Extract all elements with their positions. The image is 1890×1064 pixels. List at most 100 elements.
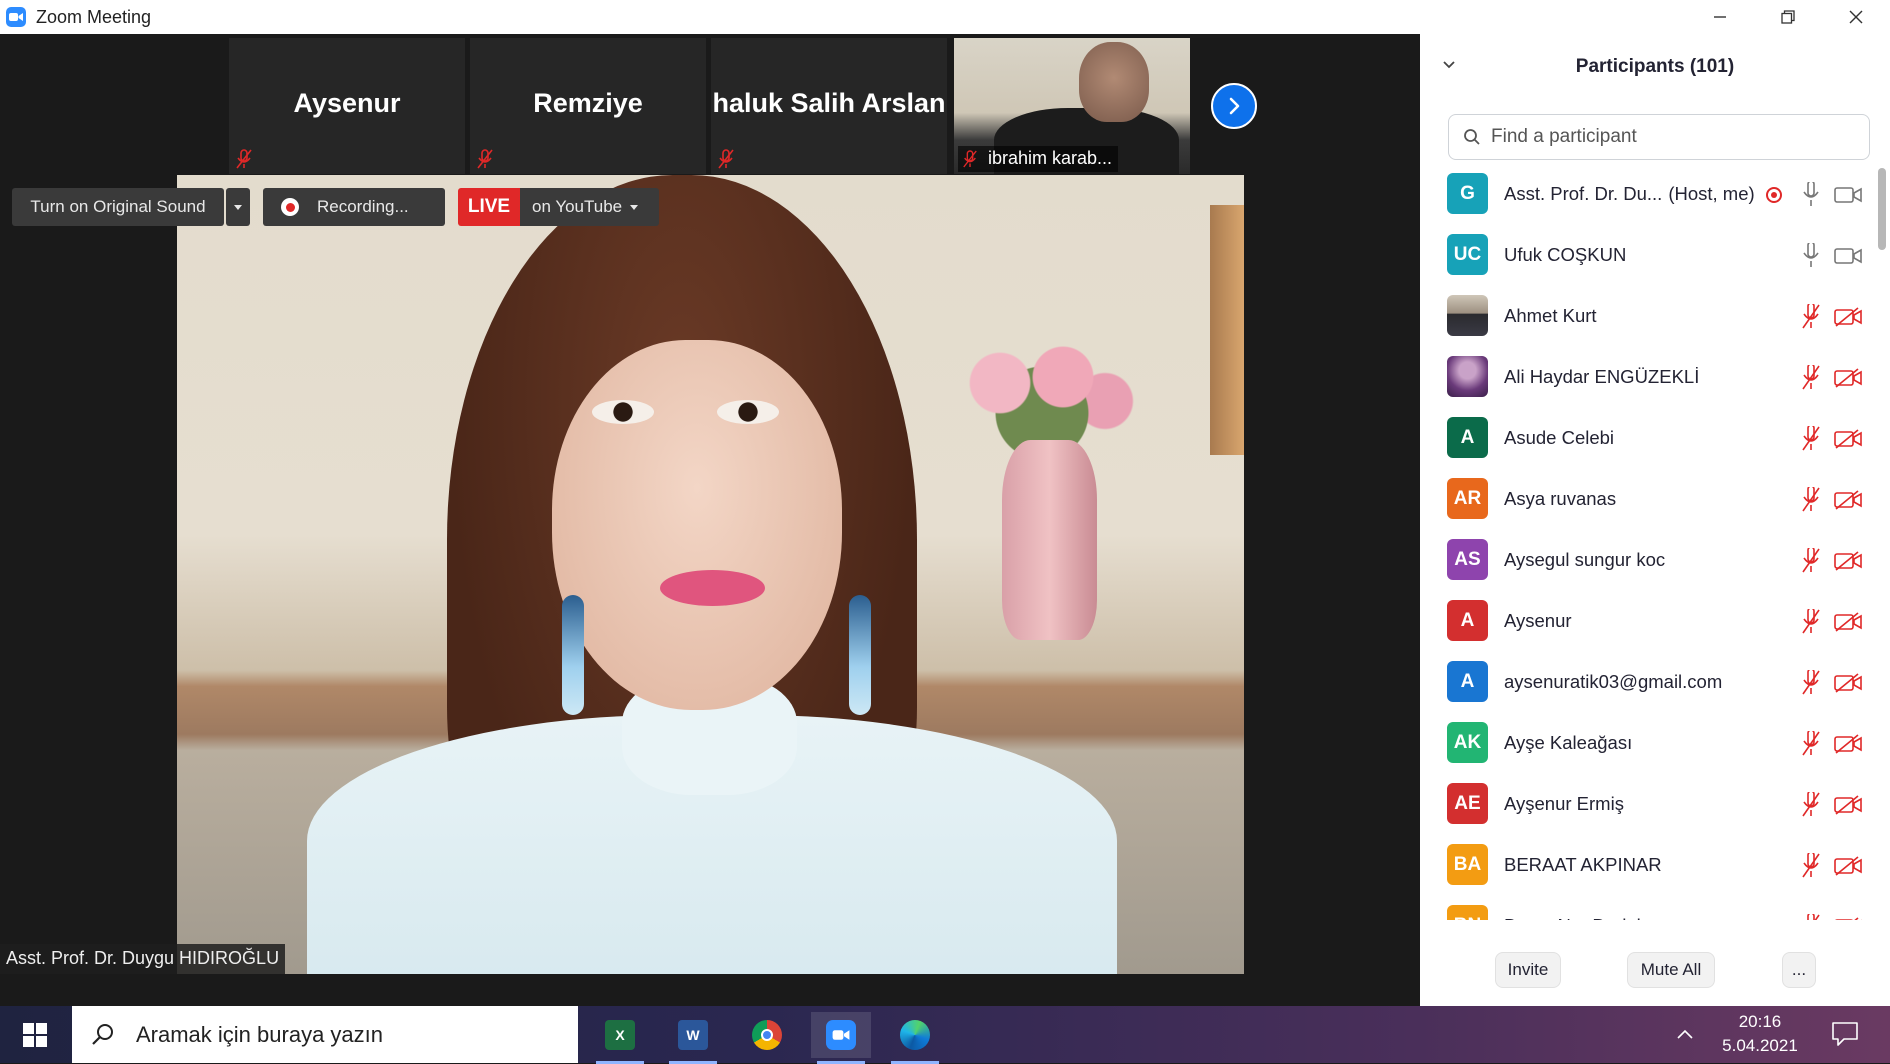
video-camera-off-icon[interactable] <box>1834 490 1862 510</box>
recording-label: Recording... <box>317 197 409 216</box>
video-camera-off-icon[interactable] <box>1834 429 1862 449</box>
participant-search-input[interactable] <box>1491 126 1851 148</box>
caret-down-icon <box>234 204 242 210</box>
video-camera-off-icon[interactable] <box>1834 368 1862 388</box>
microphone-muted-icon[interactable] <box>1800 792 1822 818</box>
participant-tile[interactable]: Aysenur <box>229 38 465 174</box>
participant-row[interactable]: AK Ayşe Kaleağası <box>1420 714 1870 774</box>
participant-row[interactable]: G Asst. Prof. Dr. Du... (Host, me) <box>1420 165 1870 225</box>
video-camera-off-icon[interactable] <box>1834 734 1862 754</box>
video-camera-off-icon[interactable] <box>1834 856 1862 876</box>
participant-name: BERAAT AKPINAR <box>1504 854 1662 876</box>
taskbar-app-word[interactable]: W <box>663 1012 723 1064</box>
taskbar-app-edge[interactable] <box>885 1012 945 1064</box>
participant-list-scrollbar[interactable] <box>1878 168 1886 250</box>
video-camera-off-icon[interactable] <box>1834 673 1862 693</box>
original-sound-dropdown[interactable] <box>226 188 250 226</box>
participant-row[interactable]: A Aysenur <box>1420 592 1870 652</box>
restore-button[interactable] <box>1754 0 1822 34</box>
video-camera-off-icon[interactable] <box>1834 795 1862 815</box>
participant-row[interactable]: BN Busra Nur Dodak <box>1420 897 1870 920</box>
participant-row[interactable]: AS Aysegul sungur koc <box>1420 531 1870 591</box>
video-camera-off-icon[interactable] <box>1834 917 1862 920</box>
participant-tile-name: Aysenur <box>293 88 401 118</box>
microphone-muted-icon[interactable] <box>1800 731 1822 757</box>
participants-title: Participants (101) <box>1575 56 1735 77</box>
system-clock[interactable]: 20:16 5.04.2021 <box>1712 1010 1808 1058</box>
taskbar-app-chrome[interactable] <box>737 1012 797 1058</box>
chevron-up-icon[interactable] <box>1674 1024 1696 1046</box>
minimize-button[interactable] <box>1686 0 1754 34</box>
video-camera-off-icon[interactable] <box>1834 307 1862 327</box>
participant-tile-name: ibrahim karab... <box>958 146 1119 172</box>
participant-row[interactable]: Aaysenuratik03@gmail.com <box>1420 653 1870 713</box>
start-button[interactable] <box>10 1016 60 1053</box>
participant-row[interactable]: UC Ufuk COŞKUN <box>1420 226 1870 286</box>
participant-name: Ayşe Kaleağası <box>1504 732 1632 754</box>
microphone-icon[interactable] <box>1800 243 1822 269</box>
microphone-icon[interactable] <box>1800 182 1822 208</box>
notification-center-icon[interactable] <box>1830 1020 1860 1048</box>
microphone-muted-icon[interactable] <box>1800 670 1822 696</box>
clock-date: 5.04.2021 <box>1722 1036 1798 1055</box>
participant-video-tile[interactable]: ibrahim karab... <box>954 38 1190 174</box>
microphone-muted-icon[interactable] <box>1800 304 1822 330</box>
original-sound-button[interactable]: Turn on Original Sound <box>12 188 224 226</box>
recording-indicator[interactable]: Recording... <box>263 188 445 226</box>
avatar <box>1447 356 1488 397</box>
chrome-icon <box>752 1020 782 1050</box>
more-options-button[interactable]: ... <box>1782 952 1816 988</box>
participant-tile[interactable]: haluk Salih Arslan <box>711 38 947 174</box>
taskbar-app-zoom[interactable] <box>811 1012 871 1064</box>
microphone-muted-icon[interactable] <box>1800 426 1822 452</box>
live-stream-dropdown[interactable]: on YouTube <box>520 188 659 226</box>
participant-name-text: Busra Nur Dodak <box>1504 915 1646 920</box>
window-title: Zoom Meeting <box>36 6 152 27</box>
invite-button[interactable]: Invite <box>1495 952 1561 988</box>
participant-name: Aysegul sungur koc <box>1504 549 1665 571</box>
participant-row[interactable]: Ali Haydar ENGÜZEKLİ <box>1420 348 1870 408</box>
speaker-eye-right <box>717 400 779 424</box>
participant-name-text: Aysegul sungur koc <box>1504 549 1666 570</box>
live-badge[interactable]: LIVE <box>458 188 520 226</box>
participant-row[interactable]: AE Ayşenur Ermiş <box>1420 775 1870 835</box>
taskbar-search-input[interactable] <box>136 1021 556 1048</box>
mic-muted-icon <box>963 150 977 168</box>
microphone-muted-icon[interactable] <box>1800 853 1822 879</box>
participant-row[interactable]: Ahmet Kurt <box>1420 287 1870 347</box>
participant-search[interactable] <box>1448 114 1870 160</box>
close-button[interactable] <box>1822 0 1890 34</box>
mute-all-button[interactable]: Mute All <box>1627 952 1715 988</box>
avatar: AS <box>1447 539 1488 580</box>
meeting-area: Aysenur Remziye haluk Salih Arslan ibrah… <box>0 34 1420 1006</box>
participant-name: Aysenur <box>1504 610 1572 632</box>
video-camera-icon[interactable] <box>1834 185 1862 205</box>
avatar: UC <box>1447 234 1488 275</box>
microphone-muted-icon[interactable] <box>1800 365 1822 391</box>
speaker-face <box>552 340 842 710</box>
wall-frame <box>1210 205 1244 455</box>
participant-row[interactable]: BA BERAAT AKPINAR <box>1420 836 1870 896</box>
video-camera-icon[interactable] <box>1834 246 1862 266</box>
mic-muted-icon <box>236 149 252 169</box>
zoom-app: Zoom Meeting Aysenur Remziye haluk Salih… <box>0 0 1890 1064</box>
participant-name: Ayşenur Ermiş <box>1504 793 1624 815</box>
speaker-lips <box>660 570 765 606</box>
video-camera-off-icon[interactable] <box>1834 612 1862 632</box>
participant-tile[interactable]: Remziye <box>470 38 706 174</box>
word-icon: W <box>678 1020 708 1050</box>
microphone-muted-icon[interactable] <box>1800 548 1822 574</box>
participant-row[interactable]: AR Asya ruvanas <box>1420 470 1870 530</box>
microphone-muted-icon[interactable] <box>1800 609 1822 635</box>
taskbar-app-excel[interactable]: X <box>590 1012 650 1064</box>
video-camera-off-icon[interactable] <box>1834 551 1862 571</box>
next-page-button[interactable] <box>1211 83 1257 129</box>
microphone-muted-icon[interactable] <box>1800 487 1822 513</box>
record-icon <box>281 198 299 216</box>
taskbar-search[interactable] <box>72 1006 578 1063</box>
participant-name: Ali Haydar ENGÜZEKLİ <box>1504 366 1699 388</box>
microphone-muted-icon[interactable] <box>1800 914 1822 920</box>
caret-down-icon <box>630 204 639 210</box>
participant-row[interactable]: A Asude Celebi <box>1420 409 1870 469</box>
participant-name-text: aysenuratik03@gmail.com <box>1504 671 1723 692</box>
